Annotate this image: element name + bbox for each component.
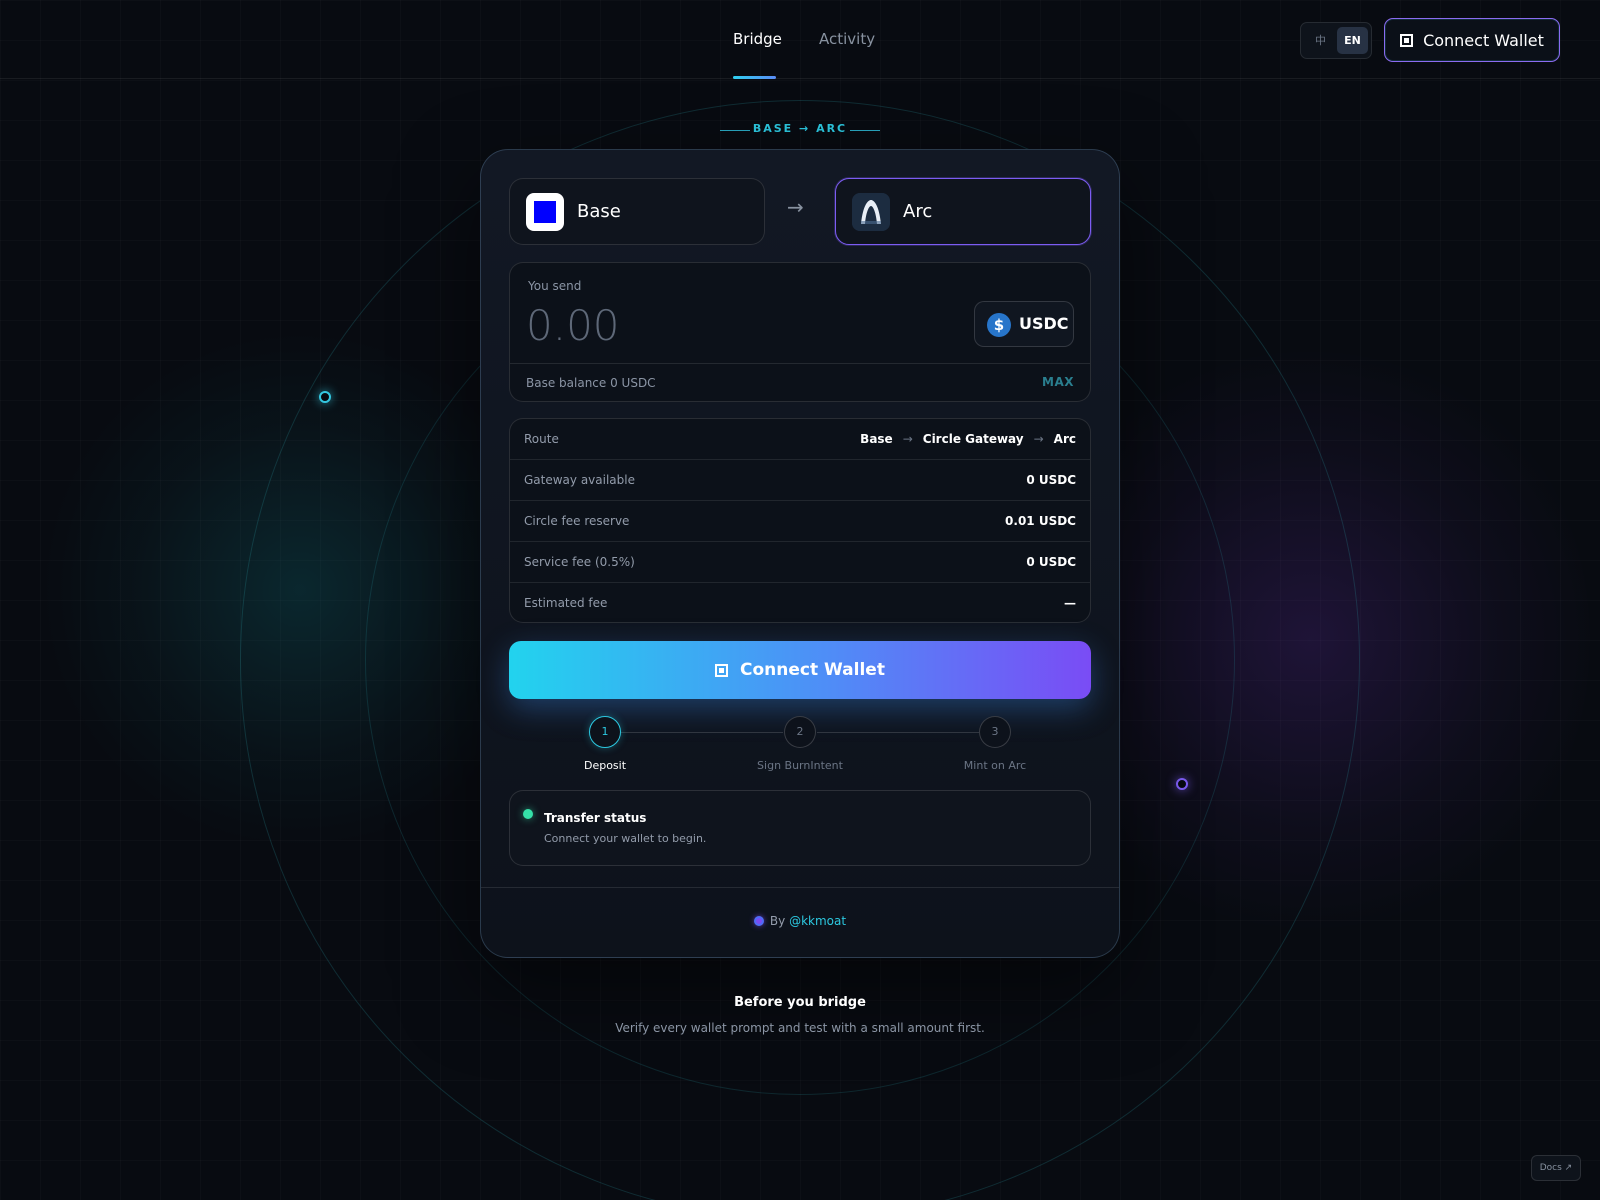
docs-link-button[interactable]: Docs ↗ (1531, 1155, 1581, 1181)
max-button[interactable]: MAX (1042, 375, 1074, 389)
top-bar: Bridge Activity 中 EN Connect Wallet (0, 0, 1600, 79)
status-description: Connect your wallet to begin. (544, 832, 707, 845)
route-value: Base → Circle Gateway → Arc (860, 432, 1076, 446)
connect-wallet-button[interactable]: Connect Wallet (509, 641, 1091, 699)
author-link[interactable]: @kkmoat (789, 914, 846, 928)
credit-line: By @kkmoat (481, 914, 1119, 928)
notice-title: Before you bridge (734, 995, 866, 1010)
detail-value: 0 USDC (1026, 555, 1076, 569)
detail-value: — (1064, 596, 1076, 610)
route-hop: Arc (1053, 432, 1076, 446)
direction-arrow-icon: → (787, 195, 804, 219)
send-label: You send (528, 279, 582, 293)
header-connect-wallet-button[interactable]: Connect Wallet (1384, 18, 1560, 62)
balance-text: Base balance 0 USDC (526, 376, 656, 390)
tab-activity[interactable]: Activity (819, 30, 875, 48)
fee-details-table: Route Base → Circle Gateway → Arc Gatewa… (509, 418, 1091, 623)
source-chain-name: Base (577, 201, 621, 222)
step-3-label: Mint on Arc (963, 759, 1027, 772)
step-1-label: Deposit (583, 759, 627, 772)
wallet-icon (1400, 33, 1414, 47)
author-dot-icon (753, 916, 764, 926)
send-amount-panel: You send 0.00 $ USDC Base balance 0 USDC… (509, 262, 1091, 402)
token-selector-button[interactable]: $ USDC (974, 301, 1074, 347)
destination-chain-selector[interactable]: Arc (835, 178, 1091, 245)
step-1-indicator: 1 (589, 716, 621, 748)
base-logo-icon (526, 193, 564, 231)
tab-active-indicator (733, 76, 776, 79)
progress-steps: 1 2 3 Deposit Sign BurnIntent Mint on Ar… (509, 716, 1091, 776)
route-arrow-icon: → (902, 432, 913, 446)
detail-label: Gateway available (524, 473, 635, 487)
step-2-label: Sign BurnIntent (757, 759, 843, 772)
tab-bridge[interactable]: Bridge (733, 30, 782, 48)
connect-wallet-label: Connect Wallet (740, 660, 885, 680)
header-connect-wallet-label: Connect Wallet (1423, 30, 1544, 50)
route-banner-line-right (850, 130, 880, 131)
transfer-status-panel: Transfer status Connect your wallet to b… (509, 790, 1091, 866)
language-switch: 中 EN (1300, 22, 1372, 59)
detail-label: Estimated fee (524, 596, 608, 610)
detail-label: Service fee (0.5%) (524, 555, 635, 569)
credit-prefix: By (769, 914, 786, 928)
table-row: Gateway available 0 USDC (510, 460, 1090, 501)
step-2-indicator: 2 (784, 716, 816, 748)
wallet-icon (715, 663, 729, 677)
send-divider (510, 363, 1090, 364)
orbit-dot-violet (1176, 778, 1188, 790)
detail-value: 0.01 USDC (1005, 514, 1076, 528)
table-row: Estimated fee — (510, 583, 1090, 622)
language-option-zh[interactable]: 中 (1305, 27, 1336, 54)
status-title: Transfer status (544, 811, 647, 825)
table-row: Circle fee reserve 0.01 USDC (510, 501, 1090, 542)
dollar-icon: $ (987, 313, 1011, 337)
detail-label: Circle fee reserve (524, 514, 630, 528)
source-chain-selector[interactable]: Base (509, 178, 765, 245)
route-hop: Base (860, 432, 893, 446)
language-option-en[interactable]: EN (1337, 27, 1368, 54)
table-row: Route Base → Circle Gateway → Arc (510, 419, 1090, 460)
bridge-card: Base → Arc You send 0.00 $ USDC Base bal… (480, 149, 1120, 958)
detail-value: 0 USDC (1026, 473, 1076, 487)
status-indicator-icon (523, 809, 533, 819)
arc-logo-icon (852, 193, 890, 231)
amount-input[interactable]: 0.00 (526, 301, 620, 350)
token-label: USDC (1019, 314, 1069, 333)
route-arrow-icon: → (1033, 432, 1044, 446)
orbit-dot-cyan (319, 391, 331, 403)
notice-description: Verify every wallet prompt and test with… (615, 1021, 985, 1035)
destination-chain-name: Arc (903, 201, 933, 222)
step-3-indicator: 3 (979, 716, 1011, 748)
route-banner: BASE → ARC (752, 122, 848, 135)
table-row: Service fee (0.5%) 0 USDC (510, 542, 1090, 583)
card-divider (481, 887, 1119, 888)
route-hop: Circle Gateway (922, 432, 1024, 446)
route-label: Route (524, 432, 559, 446)
step-connector (621, 732, 783, 733)
step-connector (817, 732, 979, 733)
